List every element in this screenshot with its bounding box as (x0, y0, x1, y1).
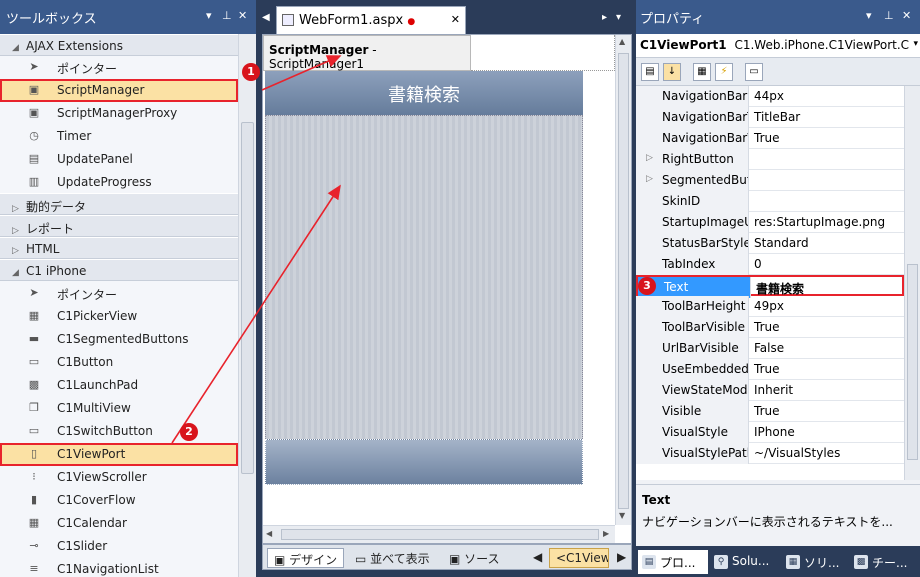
arrow-to-scriptmanager (261, 55, 342, 91)
arrow-to-viewport (171, 184, 341, 444)
annotation-marker-1: 1 (242, 63, 260, 81)
annotation-marker-3: 3 (638, 277, 656, 295)
annotation-arrows (171, 55, 342, 444)
annotation-marker-2: 2 (180, 423, 198, 441)
